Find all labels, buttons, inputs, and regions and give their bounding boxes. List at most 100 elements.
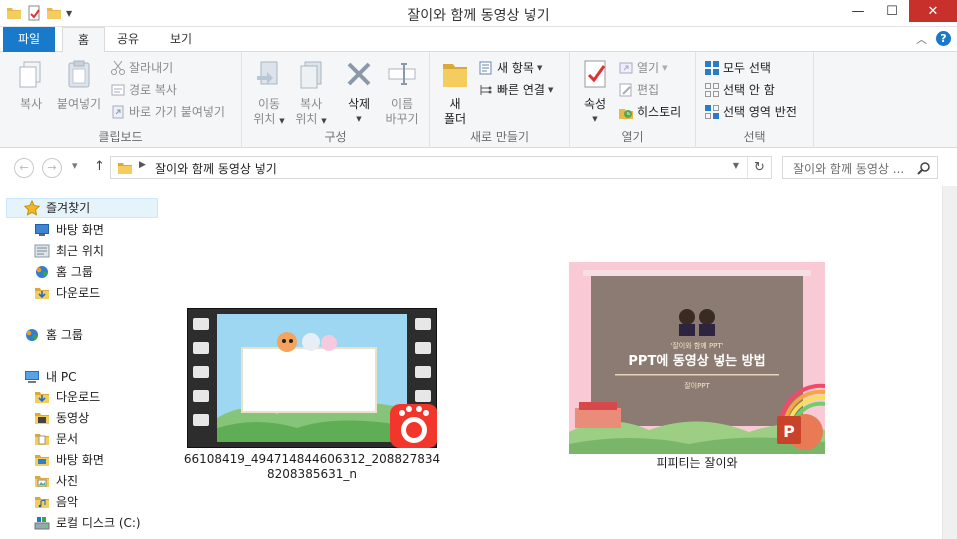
search-input[interactable]: 잘이와 함께 동영상 ... (793, 160, 904, 177)
close-button[interactable]: ✕ (909, 0, 957, 22)
downloads-folder-icon (35, 392, 49, 403)
nav-item-documents[interactable]: 문서 (34, 429, 78, 449)
move-to-icon (257, 61, 278, 85)
ribbon-tabs: 파일 홈 공유 보기 ︿ ? (0, 27, 957, 53)
copy-icon (19, 61, 41, 88)
homegroup-icon (36, 266, 48, 278)
open-button[interactable]: 열기 ▼ (618, 58, 667, 78)
history-button[interactable]: 히스토리 (618, 102, 681, 122)
group-new: 새 폴더 새 항목 ▼ 빠른 연결 ▼ 새로 만들기 (430, 52, 570, 148)
open-caret-icon: ▼ (662, 64, 668, 72)
minimize-button[interactable]: — (841, 0, 875, 22)
address-bar[interactable]: ▶ 잘이와 함께 동영상 넣기 ▼ ↻ (110, 156, 772, 179)
edit-button[interactable]: 편집 (618, 80, 659, 100)
maximize-button[interactable]: ☐ (875, 0, 909, 22)
up-button[interactable]: ↑ (94, 159, 105, 174)
window-controls: — ☐ ✕ (841, 0, 957, 22)
refresh-button[interactable]: ↻ (747, 157, 771, 178)
easy-access-button[interactable]: 빠른 연결 ▼ (478, 80, 553, 100)
search-box[interactable]: 잘이와 함께 동영상 ... (782, 156, 938, 179)
new-item-button[interactable]: 새 항목 ▼ (478, 58, 542, 78)
invert-selection-button[interactable]: 선택 영역 반전 (704, 102, 797, 122)
paste-button[interactable]: 붙여넣기 (54, 58, 104, 112)
thumb-tag-text: '잘이와 함께 PPT' (670, 341, 723, 350)
forward-button[interactable]: → (42, 158, 62, 178)
new-item-icon (479, 61, 492, 75)
group-organize: 이동 위치 ▼ 복사 위치 ▼ 삭제 ▼ 이름 바꾸기 구성 (242, 52, 430, 148)
properties-button[interactable]: 속성 ▼ (578, 58, 612, 127)
nav-item-pictures[interactable]: 사진 (34, 471, 78, 491)
file-name: 66108419_494714844606312_208827834820838… (183, 452, 441, 481)
easy-access-caret-icon: ▼ (547, 86, 554, 94)
new-item-caret-icon: ▼ (536, 64, 543, 72)
group-label-clipboard: 클립보드 (98, 130, 143, 144)
copy-path-icon (111, 84, 125, 96)
invert-selection-icon (705, 105, 719, 119)
cut-button[interactable]: 잘라내기 (110, 58, 173, 78)
group-select: 모두 선택 선택 안 함 선택 영역 반전 선택 (696, 52, 814, 148)
copy-to-button[interactable]: 복사 위치 ▼ (292, 58, 330, 129)
file-list: 66108419_494714844606312_208827834820838… (162, 186, 942, 539)
search-icon[interactable] (917, 161, 931, 175)
star-icon (24, 200, 40, 216)
tab-share[interactable]: 공유 (102, 27, 154, 52)
breadcrumb-current[interactable]: 잘이와 함께 동영상 넣기 (155, 160, 277, 177)
tab-home[interactable]: 홈 (62, 27, 106, 53)
nav-item-desktop[interactable]: 바탕 화면 (34, 220, 104, 240)
navigation-bar: ← → ▾ ↑ ▶ 잘이와 함께 동영상 넣기 ▼ ↻ 잘이와 함께 동영상 .… (0, 148, 957, 186)
documents-folder-icon (35, 434, 49, 445)
recent-locations-dropdown-icon[interactable]: ▾ (72, 159, 78, 172)
homegroup-icon (26, 329, 38, 341)
select-all-button[interactable]: 모두 선택 (704, 58, 771, 78)
collapse-ribbon-icon[interactable]: ︿ (916, 31, 927, 47)
paste-shortcut-icon (112, 105, 124, 119)
properties-caret-icon: ▼ (592, 115, 598, 123)
copy-path-button[interactable]: 경로 복사 (110, 80, 177, 100)
nav-item-local-disk[interactable]: 로컬 디스크 (C:) (34, 513, 141, 533)
new-folder-button[interactable]: 새 폴더 (438, 58, 472, 127)
breadcrumb-separator-icon[interactable]: ▶ (139, 160, 146, 170)
file-item-pptx[interactable]: '잘이와 함께 PPT' PPT에 동영상 넣는 방법 잘이PPT P 피피티는… (562, 262, 832, 471)
nav-item-videos[interactable]: 동영상 (34, 408, 89, 428)
ribbon: 복사 붙여넣기 잘라내기 경로 복사 바로 가기 붙여넣기 클립보드 이동 위치… (0, 52, 957, 148)
tab-file[interactable]: 파일 (3, 27, 56, 52)
vertical-scrollbar[interactable] (942, 186, 957, 539)
computer-icon (25, 371, 39, 383)
open-icon (619, 62, 633, 74)
delete-caret-icon: ▼ (356, 115, 362, 123)
easy-access-icon (480, 85, 492, 95)
nav-item-homegroup-fav[interactable]: 홈 그룹 (34, 262, 93, 282)
nav-item-recent[interactable]: 최근 위치 (34, 241, 104, 261)
window-title: 잘이와 함께 동영상 넣기 (407, 8, 550, 24)
video-thumbnail (187, 308, 437, 448)
rename-button[interactable]: 이름 바꾸기 (382, 58, 422, 127)
nav-item-homegroup[interactable]: 홈 그룹 (24, 325, 83, 345)
paste-shortcut-button[interactable]: 바로 가기 붙여넣기 (110, 102, 225, 122)
nav-item-favorites[interactable]: 즐겨찾기 (6, 198, 158, 218)
nav-item-this-pc[interactable]: 내 PC (24, 367, 76, 387)
music-folder-icon (35, 497, 49, 508)
group-open: 속성 ▼ 열기 ▼ 편집 히스토리 열기 (570, 52, 696, 148)
pictures-folder-icon (35, 476, 49, 487)
properties-icon (584, 60, 606, 88)
downloads-folder-icon (35, 288, 49, 299)
nav-item-music[interactable]: 음악 (34, 492, 78, 512)
help-icon[interactable]: ? (936, 31, 951, 46)
select-none-button[interactable]: 선택 안 함 (704, 80, 775, 100)
address-dropdown-icon[interactable]: ▼ (733, 161, 739, 170)
back-button[interactable]: ← (14, 158, 34, 178)
powerpoint-icon: P (783, 422, 795, 441)
nav-item-pc-downloads[interactable]: 다운로드 (34, 387, 100, 407)
group-label-organize: 구성 (324, 130, 347, 144)
file-item-video[interactable]: 66108419_494714844606312_208827834820838… (182, 308, 442, 482)
thumb-sub-text: 잘이PPT (684, 381, 710, 390)
move-to-button[interactable]: 이동 위치 ▼ (250, 58, 288, 129)
copy-button[interactable]: 복사 (12, 58, 50, 112)
copy-to-caret-icon: ▼ (321, 117, 327, 125)
nav-item-downloads-fav[interactable]: 다운로드 (34, 283, 100, 303)
delete-button[interactable]: 삭제 ▼ (340, 58, 378, 127)
tab-view[interactable]: 보기 (155, 27, 207, 52)
select-all-icon (705, 61, 719, 75)
nav-item-pc-desktop[interactable]: 바탕 화면 (34, 450, 104, 470)
clipboard-icon (68, 60, 90, 88)
